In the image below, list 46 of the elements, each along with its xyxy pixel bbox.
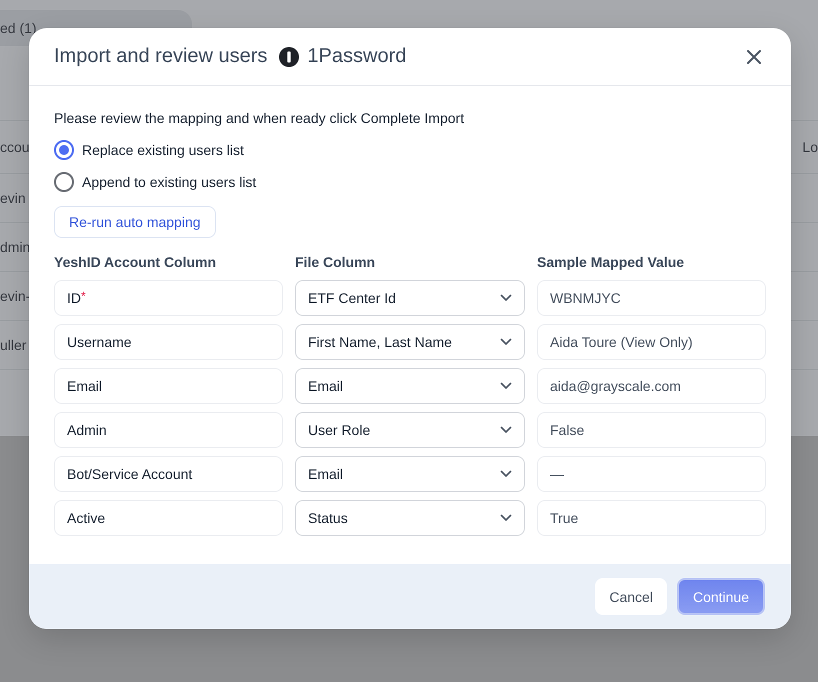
- cancel-button[interactable]: Cancel: [595, 578, 667, 615]
- chevron-down-icon: [500, 470, 512, 478]
- app-name: 1Password: [307, 45, 406, 68]
- chevron-down-icon: [500, 382, 512, 390]
- sample-value: —: [550, 466, 564, 482]
- field-name: Username: [67, 334, 132, 350]
- field-name: ID: [67, 290, 81, 306]
- chevron-down-icon: [500, 338, 512, 346]
- table-cell: evin: [0, 190, 26, 206]
- file-column-select[interactable]: Email: [295, 368, 525, 404]
- radio-label[interactable]: Replace existing users list: [82, 142, 244, 158]
- file-column-select[interactable]: Email: [295, 456, 525, 492]
- radio-button[interactable]: [54, 172, 74, 192]
- field-name: Bot/Service Account: [67, 466, 192, 482]
- tab-label[interactable]: ed (1): [0, 20, 37, 36]
- column-header: File Column: [295, 254, 376, 270]
- file-column-select[interactable]: User Role: [295, 412, 525, 448]
- table-cell: dmin: [0, 239, 30, 255]
- sample-value: False: [550, 422, 584, 438]
- chevron-down-icon: [500, 426, 512, 434]
- sample-value: True: [550, 510, 578, 526]
- rerun-mapping-button[interactable]: Re-run auto mapping: [54, 206, 216, 238]
- dialog-title: Import and review users: [54, 45, 268, 68]
- radio-button[interactable]: [54, 140, 74, 160]
- sample-value: aida@grayscale.com: [550, 378, 681, 394]
- field-name: Active: [67, 510, 106, 526]
- column-header: ccou: [0, 139, 30, 155]
- column-header: YeshID Account Column: [54, 254, 218, 270]
- file-column-select[interactable]: Status: [295, 500, 525, 536]
- chevron-down-icon: [500, 514, 512, 522]
- table-cell: evin-: [0, 288, 30, 304]
- close-icon: [746, 48, 762, 64]
- field-name: Email: [67, 378, 102, 394]
- instructions-text: Please review the mapping and when ready click Complete Import: [54, 110, 466, 126]
- column-header: Lo: [802, 139, 818, 155]
- sample-value: WBNMJYC: [550, 290, 621, 306]
- chevron-down-icon: [500, 294, 512, 302]
- file-column-select[interactable]: First Name, Last Name: [295, 324, 525, 360]
- field-name: Admin: [67, 422, 107, 438]
- app-logo-icon: [279, 46, 300, 66]
- column-header: Sample Mapped Value: [537, 254, 686, 270]
- table-cell: uller: [0, 337, 26, 353]
- required-mark: *: [81, 289, 86, 303]
- file-column-select[interactable]: ETF Center Id: [295, 280, 525, 316]
- sample-value: Aida Toure (View Only): [550, 334, 693, 350]
- radio-label[interactable]: Append to existing users list: [82, 174, 256, 190]
